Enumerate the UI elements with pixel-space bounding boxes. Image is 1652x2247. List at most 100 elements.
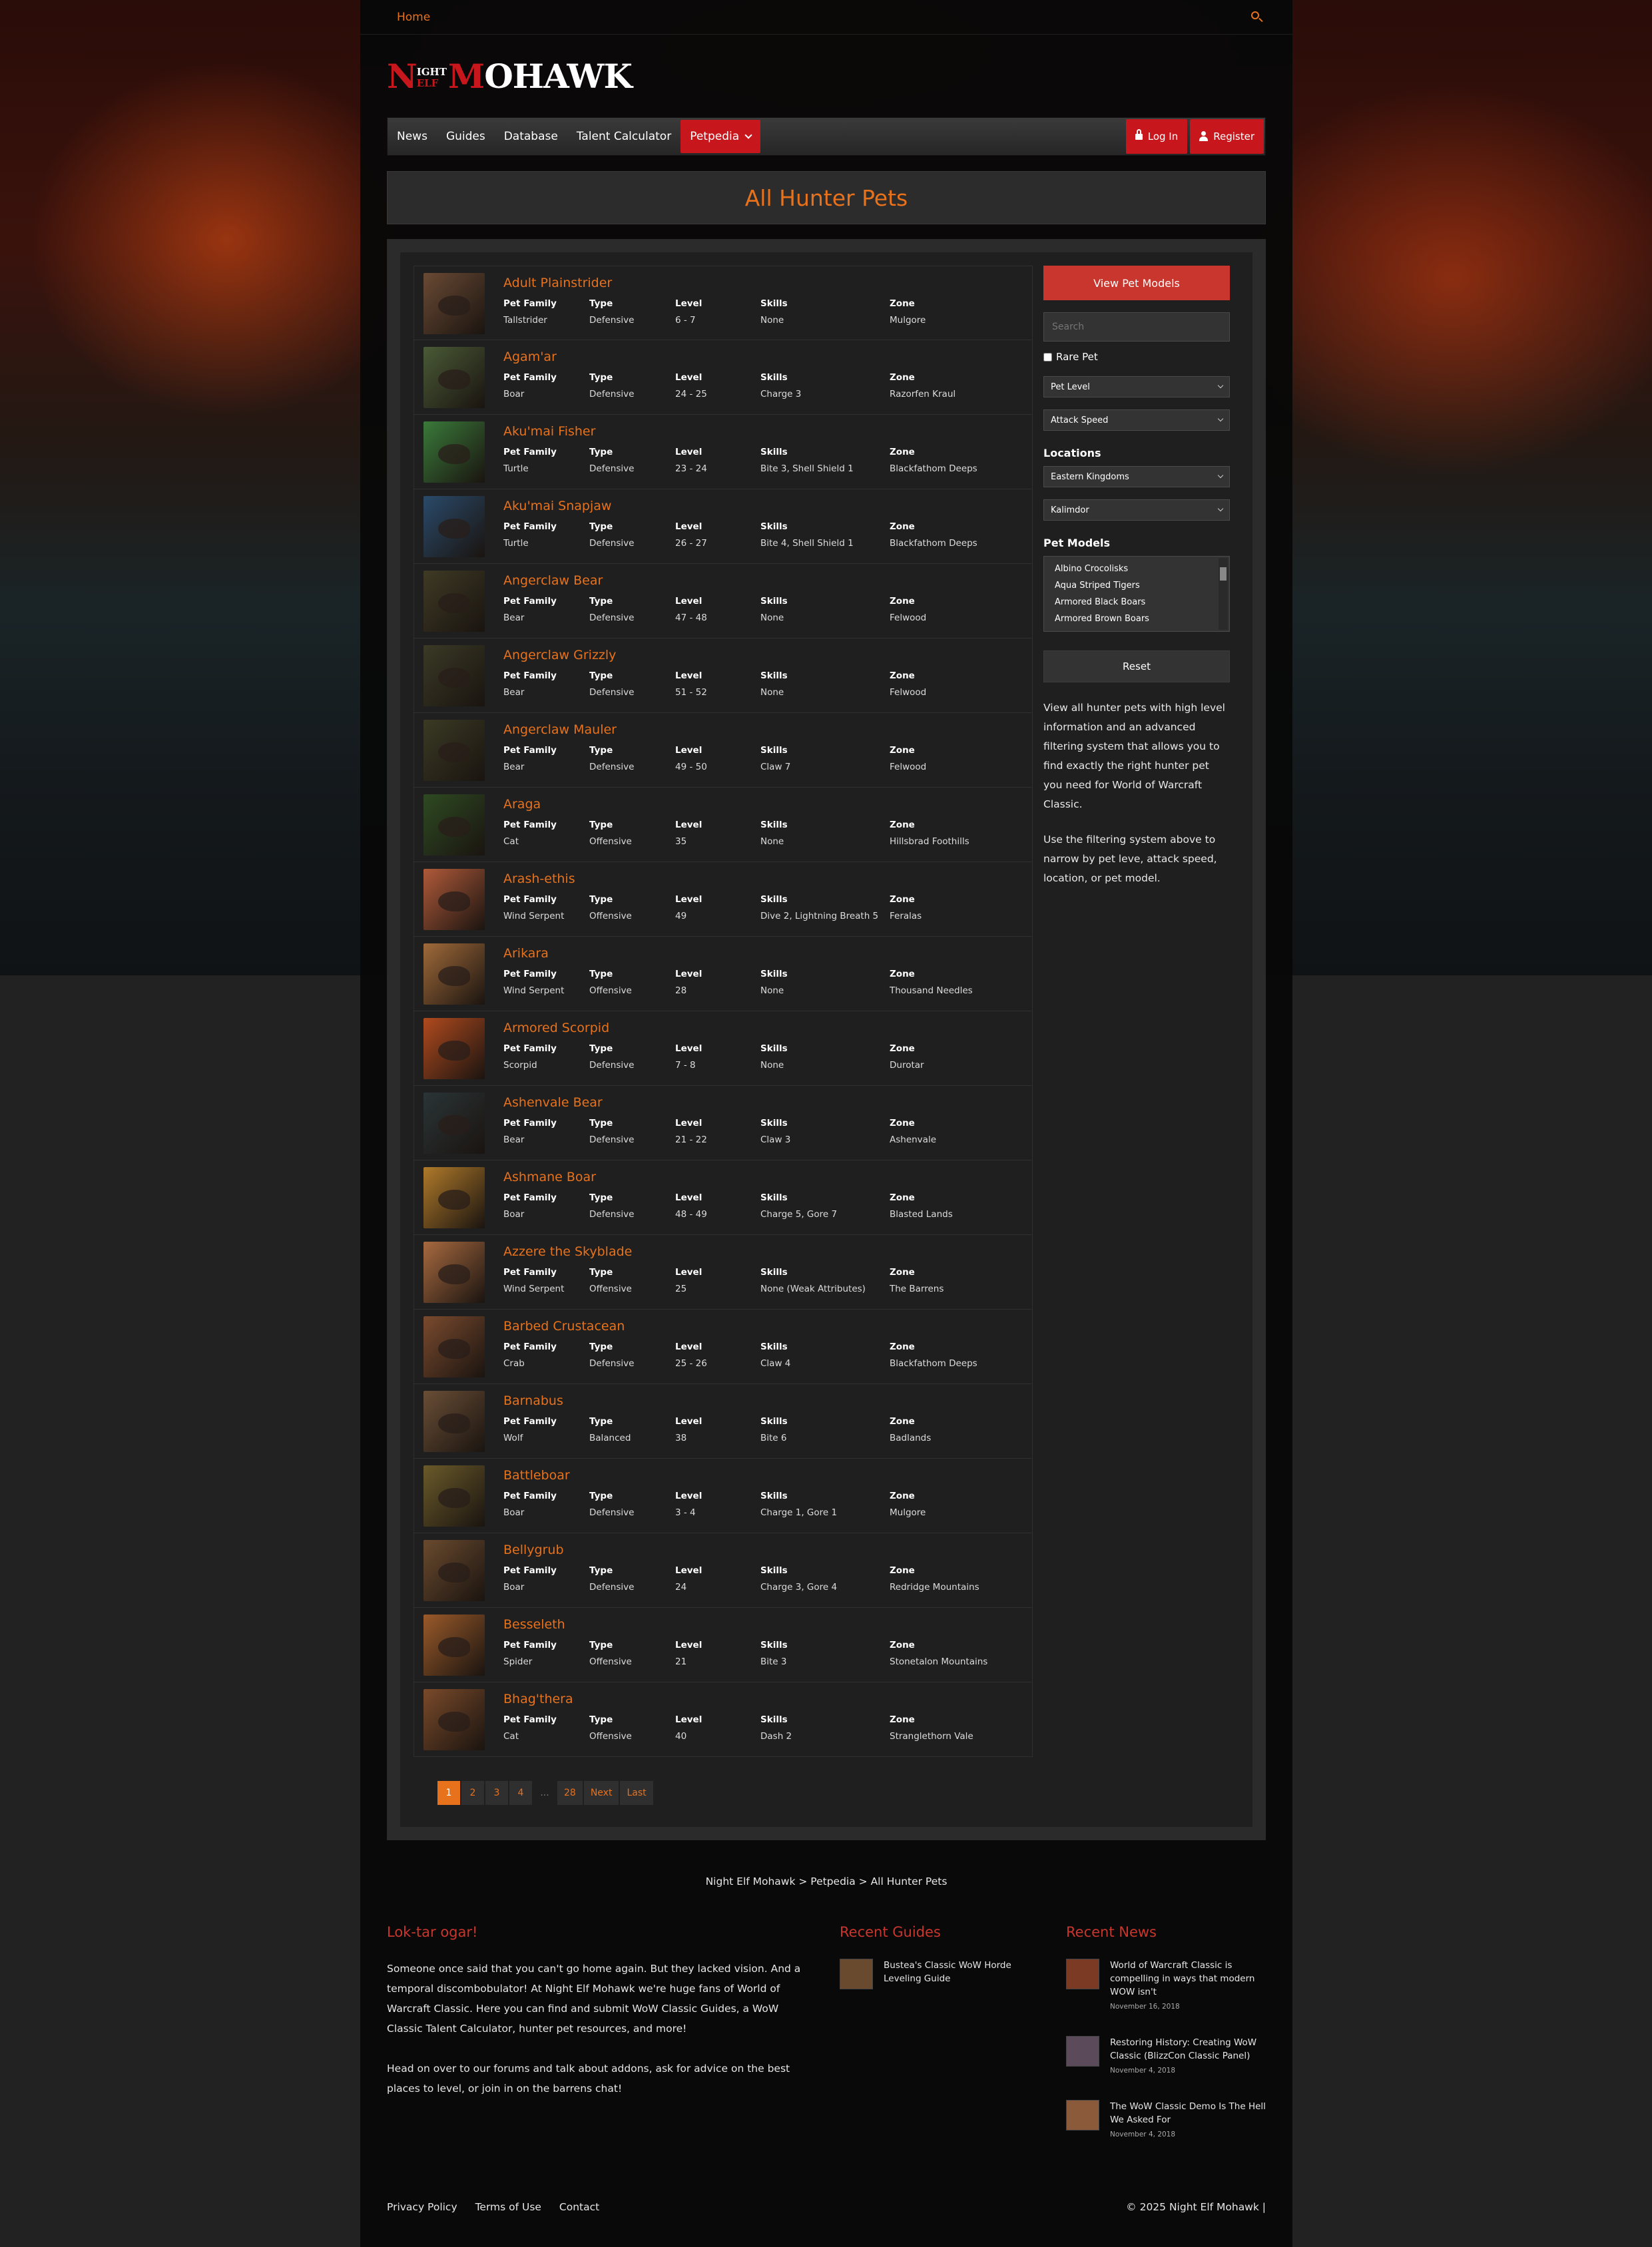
pet-name-link[interactable]: Bhag'thera bbox=[503, 1692, 573, 1706]
pet-name-link[interactable]: Besseleth bbox=[503, 1617, 565, 1632]
pet-thumbnail[interactable] bbox=[423, 943, 485, 1005]
pet-name-link[interactable]: Adult Plainstrider bbox=[503, 276, 612, 290]
search-input[interactable] bbox=[1043, 312, 1230, 342]
pet-thumbnail[interactable] bbox=[423, 496, 485, 557]
home-link[interactable]: Home bbox=[397, 11, 430, 24]
pet-zone: Zone Blackfathom Deeps bbox=[890, 1342, 977, 1369]
terms-of-use-link[interactable]: Terms of Use bbox=[475, 2201, 541, 2213]
nav-guides[interactable]: Guides bbox=[437, 118, 495, 155]
next-page-button[interactable]: Next bbox=[583, 1781, 619, 1805]
pet-thumbnail[interactable] bbox=[423, 421, 485, 483]
pet-name-link[interactable]: Arikara bbox=[503, 946, 549, 961]
location-select-eastern-kingdoms[interactable]: Eastern Kingdoms bbox=[1043, 466, 1230, 487]
pet-name-link[interactable]: Barnabus bbox=[503, 1393, 563, 1408]
pet-thumbnail[interactable] bbox=[423, 347, 485, 408]
pet-name-link[interactable]: Ashmane Boar bbox=[503, 1170, 596, 1184]
pet-name-link[interactable]: Armored Scorpid bbox=[503, 1021, 609, 1035]
nav-petpedia[interactable]: Petpedia bbox=[681, 120, 761, 153]
guide-title[interactable]: Bustea's Classic WoW Horde Leveling Guid… bbox=[884, 1959, 1039, 1989]
pet-thumbnail[interactable] bbox=[423, 571, 485, 632]
pet-thumbnail[interactable] bbox=[423, 1615, 485, 1676]
news-thumbnail[interactable] bbox=[1066, 2100, 1099, 2130]
nav-database[interactable]: Database bbox=[495, 118, 567, 155]
pet-thumbnail[interactable] bbox=[423, 1689, 485, 1750]
pet-name-link[interactable]: Battleboar bbox=[503, 1468, 570, 1483]
pet-models-listbox[interactable]: Albino Crocolisks Aqua Striped Tigers Ar… bbox=[1043, 556, 1230, 632]
news-post[interactable]: Restoring History: Creating WoW Classic … bbox=[1066, 2036, 1266, 2075]
rare-pet-checkbox[interactable] bbox=[1043, 352, 1052, 362]
site-logo[interactable]: N IGHT ELF M OHAWK bbox=[387, 57, 633, 93]
contact-link[interactable]: Contact bbox=[559, 2201, 599, 2213]
news-post[interactable]: The WoW Classic Demo Is The Hell We Aske… bbox=[1066, 2100, 1266, 2138]
last-page-button[interactable]: Last bbox=[620, 1781, 653, 1805]
nav-talent-calculator[interactable]: Talent Calculator bbox=[567, 118, 681, 155]
pet-name-link[interactable]: Aku'mai Snapjaw bbox=[503, 499, 611, 513]
location-select-kalimdor[interactable]: Kalimdor bbox=[1043, 499, 1230, 521]
listbox-scrollbar[interactable] bbox=[1219, 558, 1228, 630]
footer-about-text-1: Someone once said that you can't go home… bbox=[387, 1963, 801, 2035]
news-thumbnail[interactable] bbox=[1066, 1959, 1099, 1989]
pet-family-value: Tallstrider bbox=[503, 315, 547, 326]
news-post[interactable]: World of Warcraft Classic is compelling … bbox=[1066, 1959, 1266, 2011]
pet-model-option[interactable]: Armored Brown Boars bbox=[1055, 611, 1229, 627]
privacy-policy-link[interactable]: Privacy Policy bbox=[387, 2201, 457, 2213]
news-title[interactable]: World of Warcraft Classic is compelling … bbox=[1110, 1959, 1266, 1999]
page-2[interactable]: 2 bbox=[461, 1781, 484, 1805]
pet-thumbnail[interactable] bbox=[423, 645, 485, 706]
guide-thumbnail[interactable] bbox=[840, 1959, 873, 1989]
login-button[interactable]: Log In bbox=[1125, 119, 1188, 154]
pet-thumbnail[interactable] bbox=[423, 869, 485, 930]
pet-level-header: Level bbox=[675, 447, 702, 457]
pet-row: Azzere the Skyblade Pet Family Wind Serpen… bbox=[413, 1235, 1033, 1310]
pet-name-link[interactable]: Arash-ethis bbox=[503, 872, 575, 886]
page-3[interactable]: 3 bbox=[485, 1781, 508, 1805]
page-4[interactable]: 4 bbox=[509, 1781, 532, 1805]
view-pet-models-button[interactable]: View Pet Models bbox=[1043, 266, 1230, 300]
pet-thumbnail[interactable] bbox=[423, 720, 485, 781]
pet-name-link[interactable]: Agam'ar bbox=[503, 350, 557, 364]
pet-name-link[interactable]: Angerclaw Mauler bbox=[503, 722, 617, 737]
pet-name-link[interactable]: Bellygrub bbox=[503, 1543, 564, 1557]
pet-level-header: Level bbox=[675, 1267, 702, 1278]
pet-name-link[interactable]: Aku'mai Fisher bbox=[503, 424, 595, 439]
news-title[interactable]: Restoring History: Creating WoW Classic … bbox=[1110, 2036, 1266, 2063]
page-1[interactable]: 1 bbox=[437, 1781, 460, 1805]
pet-level-select[interactable]: Pet Level bbox=[1043, 376, 1230, 397]
pet-thumbnail[interactable] bbox=[423, 794, 485, 856]
reset-button[interactable]: Reset bbox=[1043, 650, 1230, 682]
pet-thumbnail[interactable] bbox=[423, 1465, 485, 1527]
pet-model-option[interactable]: Aqua Striped Tigers bbox=[1055, 577, 1229, 594]
pet-name-link[interactable]: Angerclaw Grizzly bbox=[503, 648, 616, 662]
pet-name-link[interactable]: Barbed Crustacean bbox=[503, 1319, 625, 1334]
register-button[interactable]: Register bbox=[1190, 119, 1264, 154]
pet-name-link[interactable]: Angerclaw Bear bbox=[503, 573, 603, 588]
pet-name-link[interactable]: Araga bbox=[503, 797, 541, 812]
pet-skills-value: Bite 3 bbox=[760, 1656, 787, 1667]
pet-skills-value: Claw 7 bbox=[760, 762, 791, 772]
pet-thumbnail[interactable] bbox=[423, 1242, 485, 1303]
attack-speed-select[interactable]: Attack Speed bbox=[1043, 409, 1230, 431]
pet-type: Type Offensive bbox=[589, 820, 632, 847]
guide-post[interactable]: Bustea's Classic WoW Horde Leveling Guid… bbox=[840, 1959, 1039, 1989]
page-title-bar: All Hunter Pets bbox=[387, 171, 1266, 224]
pet-name-link[interactable]: Ashenvale Bear bbox=[503, 1095, 603, 1110]
pet-thumbnail[interactable] bbox=[423, 1316, 485, 1377]
pet-thumbnail[interactable] bbox=[423, 1167, 485, 1228]
pet-skills-value: None (Weak Attributes) bbox=[760, 1284, 866, 1294]
pet-skills-header: Skills bbox=[760, 1565, 788, 1576]
pet-thumbnail[interactable] bbox=[423, 1391, 485, 1452]
search-icon[interactable] bbox=[1250, 10, 1264, 25]
news-title[interactable]: The WoW Classic Demo Is The Hell We Aske… bbox=[1110, 2100, 1266, 2126]
news-thumbnail[interactable] bbox=[1066, 2036, 1099, 2067]
pet-model-option[interactable]: Armored Black Boars bbox=[1055, 594, 1229, 611]
pet-thumbnail[interactable] bbox=[423, 273, 485, 334]
pet-zone-header: Zone bbox=[890, 1192, 915, 1203]
pet-thumbnail[interactable] bbox=[423, 1093, 485, 1154]
pet-type-value: Defensive bbox=[589, 1507, 635, 1518]
pet-name-link[interactable]: Azzere the Skyblade bbox=[503, 1244, 632, 1259]
pet-thumbnail[interactable] bbox=[423, 1018, 485, 1079]
pet-model-option[interactable]: Albino Crocolisks bbox=[1055, 561, 1229, 577]
page-28[interactable]: 28 bbox=[557, 1781, 583, 1805]
pet-thumbnail[interactable] bbox=[423, 1540, 485, 1601]
nav-news[interactable]: News bbox=[388, 118, 437, 155]
